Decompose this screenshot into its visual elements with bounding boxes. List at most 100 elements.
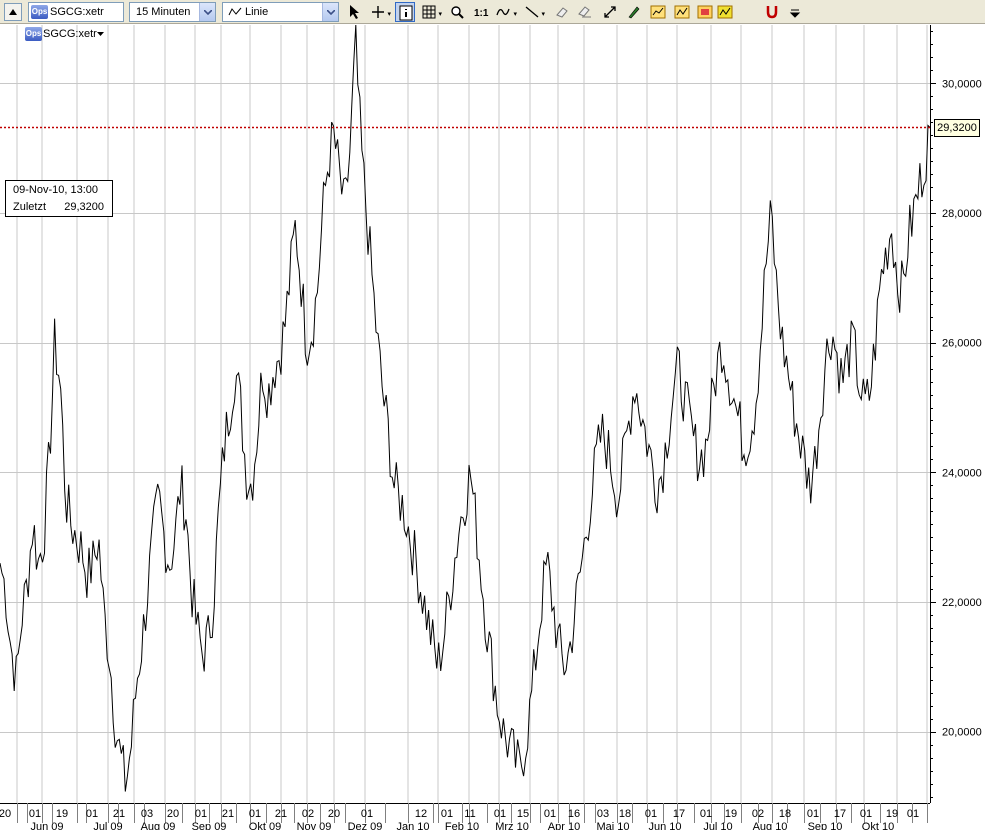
magnet-icon xyxy=(766,6,778,19)
x-tick-label: 01 xyxy=(907,808,919,820)
trendline-button[interactable]: ▾ xyxy=(522,2,545,22)
compare-chart-icon xyxy=(674,5,690,19)
interval-dropdown-button[interactable] xyxy=(199,3,215,21)
x-tick-label: 20 xyxy=(167,808,179,820)
x-tick-label: 18 xyxy=(619,808,631,820)
x-tick-label: 02 xyxy=(302,808,314,820)
tooltip-label: Zuletzt xyxy=(13,201,47,213)
grid-icon xyxy=(422,5,436,19)
dropdown-caret-icon[interactable]: ▾ xyxy=(387,10,391,18)
info-button[interactable] xyxy=(395,2,415,22)
x-month-label: Jul 10 xyxy=(703,821,732,830)
interval-select[interactable]: 15 Minuten xyxy=(129,2,216,22)
symbol-input[interactable]: Ops SGCG:xetr xyxy=(28,2,124,22)
chart-style-select[interactable]: Linie xyxy=(222,2,339,22)
x-tick-label: 21 xyxy=(275,808,287,820)
indicator-button[interactable]: ▾ xyxy=(494,2,517,22)
pointer-icon xyxy=(350,5,359,19)
chart-window-button[interactable] xyxy=(648,2,668,22)
pen-icon xyxy=(628,6,640,19)
chart-background xyxy=(0,25,985,830)
x-tick-label: 01 xyxy=(807,808,819,820)
x-tick-label: 01 xyxy=(544,808,556,820)
eraser-all-button[interactable] xyxy=(575,2,595,22)
triangle-up-icon xyxy=(9,9,17,15)
dropdown-caret-icon[interactable]: ▾ xyxy=(513,10,517,18)
y-tick-label: 22,0000 xyxy=(942,597,982,609)
x-tick-label: 02 xyxy=(752,808,764,820)
overflow-button[interactable] xyxy=(785,2,805,22)
x-month-label: Sep 10 xyxy=(808,821,843,830)
y-tick-label: 30,0000 xyxy=(942,78,982,90)
chevron-down-icon xyxy=(204,10,212,15)
eraser-all-icon xyxy=(578,6,591,18)
x-tick-label: 20 xyxy=(328,808,340,820)
zoom-icon xyxy=(451,6,464,19)
x-month-label: Jan 10 xyxy=(396,821,429,830)
line-style-icon xyxy=(228,7,242,16)
toolbar: Ops SGCG:xetr 15 Minuten Linie ▾ ▾ 1:1 ▾ ▾ xyxy=(0,0,985,24)
x-month-label: Sep 09 xyxy=(192,821,227,830)
crosshair-button[interactable]: ▾ xyxy=(368,2,391,22)
symbol-text: SGCG:xetr xyxy=(50,6,104,18)
tooltip-date: 09-Nov-10, 13:00 xyxy=(13,184,98,196)
collapse-button[interactable] xyxy=(4,3,22,21)
x-tick-label: 01 xyxy=(441,808,453,820)
chart-window-icon xyxy=(650,5,666,19)
trendline-icon xyxy=(525,6,539,18)
x-month-label: Nov 09 xyxy=(297,821,332,830)
x-tick-label: 16 xyxy=(568,808,580,820)
x-tick-label: 17 xyxy=(673,808,685,820)
x-tick-label: 19 xyxy=(725,808,737,820)
y-tick-label: 28,0000 xyxy=(942,208,982,220)
arrows-icon xyxy=(604,6,616,18)
y-tick-label: 24,0000 xyxy=(942,467,982,479)
magnet-button[interactable] xyxy=(762,2,782,22)
grid-button[interactable]: ▾ xyxy=(419,2,442,22)
x-tick-label: 01 xyxy=(86,808,98,820)
y-tick-label: 20,0000 xyxy=(942,727,982,739)
price-chart[interactable]: 20,0000 22,0000 24,0000 26,0000 28,0000 30,00… xyxy=(0,25,985,830)
x-tick-label: 03 xyxy=(597,808,609,820)
overflow-icon xyxy=(789,9,801,18)
x-tick-label: 11 xyxy=(464,808,475,820)
compare-chart-button[interactable] xyxy=(672,2,692,22)
x-tick-label: 01 xyxy=(494,808,506,820)
arrows-button[interactable] xyxy=(600,2,620,22)
info-icon xyxy=(399,5,413,21)
x-month-label: Aug 10 xyxy=(753,821,788,830)
zoom-button[interactable] xyxy=(447,2,467,22)
x-tick-label: 03 xyxy=(141,808,153,820)
x-tick-label: 18 xyxy=(779,808,791,820)
svg-text:1:1: 1:1 xyxy=(474,8,489,19)
eraser-button[interactable] xyxy=(552,2,572,22)
x-tick-label: 20 xyxy=(0,808,11,820)
pointer-button[interactable] xyxy=(345,2,365,22)
eraser-icon xyxy=(556,7,568,18)
multi-chart-button[interactable] xyxy=(695,2,715,22)
x-month-label: Jul 09 xyxy=(93,821,122,830)
pen-button[interactable] xyxy=(624,2,644,22)
scale-1to1-button[interactable]: 1:1 xyxy=(471,2,491,22)
chart-style-dropdown-button[interactable] xyxy=(322,3,338,21)
dropdown-caret-icon[interactable]: ▾ xyxy=(541,10,545,18)
x-tick-label: 12 xyxy=(415,808,427,820)
chart-canvas[interactable]: 20,0000 22,0000 24,0000 26,0000 28,0000 30,00… xyxy=(0,25,985,830)
chart-application: Ops SGCG:xetr 15 Minuten Linie ▾ ▾ 1:1 ▾ ▾ 2… xyxy=(0,0,985,830)
x-month-label: Aug 09 xyxy=(141,821,176,830)
crosshair-icon xyxy=(372,6,384,18)
x-tick-label: 21 xyxy=(113,808,125,820)
indicator-icon xyxy=(496,8,510,16)
x-month-label: Jun 10 xyxy=(648,821,681,830)
y-tick-label: 26,0000 xyxy=(942,338,982,350)
x-tick-label: 01 xyxy=(860,808,872,820)
x-tick-label: 19 xyxy=(886,808,898,820)
x-tick-label: 01 xyxy=(29,808,41,820)
x-tick-label: 17 xyxy=(834,808,846,820)
x-month-label: Okt 09 xyxy=(249,821,281,830)
chart-symbol-text: SGCG:xetr xyxy=(43,28,97,40)
x-tick-label: 01 xyxy=(361,808,373,820)
x-tick-label: 01 xyxy=(195,808,207,820)
dropdown-caret-icon[interactable]: ▾ xyxy=(438,10,442,18)
highlight-chart-button[interactable] xyxy=(715,2,735,22)
